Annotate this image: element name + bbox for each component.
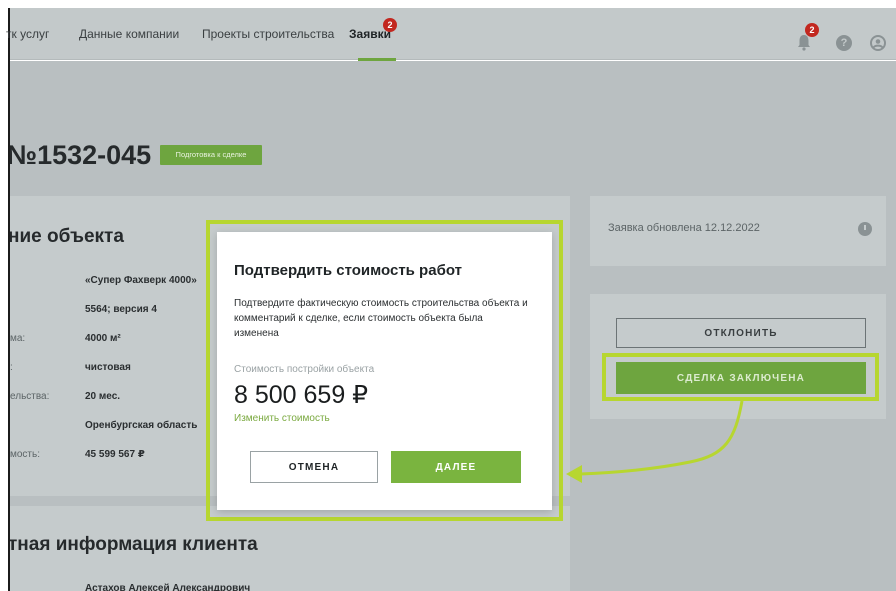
cost-label: Стоимость постройки объекта — [234, 364, 375, 375]
top-navbar: тк услуг Данные компании Проекты строите… — [6, 8, 896, 61]
notifications-badge: 2 — [805, 23, 819, 37]
row-label-area: ма: — [10, 333, 26, 344]
change-cost-link[interactable]: Изменить стоимость — [234, 413, 330, 424]
modal-description: Подтвердите фактическую стоимость строит… — [234, 298, 528, 339]
client-card-title: тная информация клиента — [10, 534, 258, 555]
cost-value: 8 500 659 ₽ — [234, 381, 369, 409]
row-value-cost: 45 599 567 ₽ — [85, 449, 145, 460]
client-name: Астахов Алексей Александрович — [85, 583, 251, 591]
reject-button[interactable]: ОТКЛОНИТЬ — [616, 318, 866, 348]
confirm-cost-modal: Подтвердить стоимость работ Подтвердите … — [217, 232, 552, 510]
row-label-duration: ельства: — [10, 391, 50, 402]
status-badge: Подготовка к сделке — [160, 145, 262, 165]
object-card-title: ние объекта — [10, 226, 124, 247]
row-value-area: 4000 м² — [85, 333, 121, 344]
update-text: Заявка обновлена 12.12.2022 — [608, 222, 760, 234]
row-value-region: Оренбургская область — [85, 420, 198, 431]
nav-item-projects[interactable]: Проекты строительства — [202, 8, 334, 60]
row-value-duration: 20 мес. — [85, 391, 121, 402]
row-label-finish: : — [10, 362, 13, 373]
requests-badge: 2 — [383, 18, 397, 32]
row-label-cost: мость: — [10, 449, 41, 460]
clock-icon — [858, 222, 872, 236]
update-card: Заявка обновлена 12.12.2022 — [590, 196, 886, 266]
nav-item-services[interactable]: тк услуг — [6, 8, 49, 60]
nav-item-requests[interactable]: Заявки — [349, 8, 391, 60]
next-button[interactable]: ДАЛЕЕ — [391, 451, 521, 483]
user-icon[interactable] — [870, 35, 886, 51]
nav-item-company[interactable]: Данные компании — [79, 8, 179, 60]
modal-title: Подтвердить стоимость работ — [234, 262, 462, 279]
cancel-button[interactable]: ОТМЕНА — [250, 451, 378, 483]
row-value-name: «Супер Фахверк 4000» — [85, 275, 197, 286]
help-icon[interactable]: ? — [836, 35, 852, 51]
request-title: №1532-045 — [10, 140, 152, 170]
left-edge — [0, 8, 10, 591]
row-value-code: 5564; версия 4 — [85, 304, 157, 315]
row-value-finish: чистовая — [85, 362, 131, 373]
deal-button-highlight — [602, 353, 879, 401]
